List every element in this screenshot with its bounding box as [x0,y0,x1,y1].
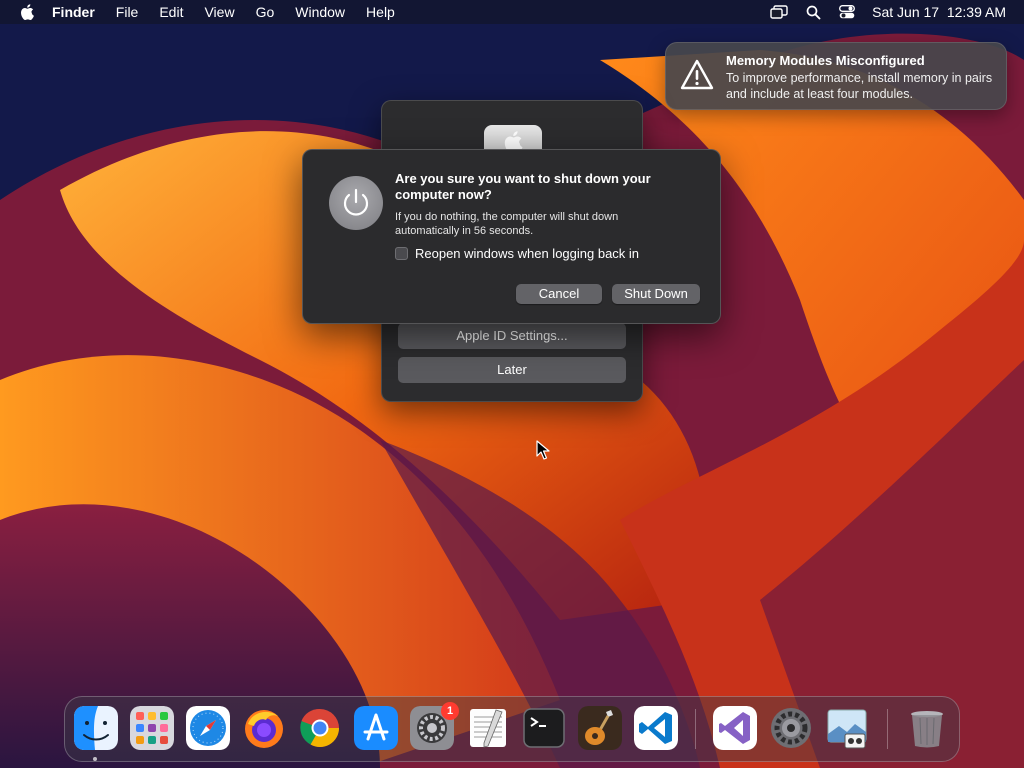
dock-separator [695,709,696,749]
garageband-icon[interactable] [578,706,622,750]
power-icon [329,176,383,230]
apple-menu-icon[interactable] [16,1,38,23]
menu-file[interactable]: File [116,4,139,20]
terminal-icon[interactable] [522,706,566,750]
mouse-pointer-icon [536,440,550,460]
notification-body: To improve performance, install memory i… [726,71,993,101]
reopen-windows-label[interactable]: Reopen windows when logging back in [415,246,639,261]
vscode-icon[interactable] [634,706,678,750]
firefox-icon[interactable] [242,706,286,750]
screen-mirroring-icon[interactable] [770,3,788,21]
apple-id-settings-button[interactable]: Apple ID Settings... [398,323,626,349]
spotlight-search-icon[interactable] [804,3,822,21]
chrome-icon[interactable] [298,706,342,750]
menu-app-name[interactable]: Finder [52,4,95,20]
finder-running-indicator [93,757,97,761]
menu-window[interactable]: Window [295,4,345,20]
system-preferences-badge: 1 [441,702,459,720]
safari-icon[interactable] [186,706,230,750]
control-center-icon[interactable] [838,3,856,21]
reopen-windows-checkbox[interactable] [395,247,408,260]
launchpad-icon[interactable] [130,706,174,750]
reopen-windows-option[interactable]: Reopen windows when logging back in [395,246,639,261]
later-button[interactable]: Later [398,357,626,383]
dock [64,696,960,762]
menu-bar: Finder File Edit View Go Window Help Sat… [0,0,1024,24]
shutdown-dialog: Are you sure you want to shut down your … [302,149,721,324]
menubar-clock[interactable]: Sat Jun 17 12:39 AM [872,4,1006,20]
memory-notification[interactable]: Memory Modules Misconfigured To improve … [665,42,1007,110]
cancel-button[interactable]: Cancel [516,284,602,304]
preview-icon[interactable] [825,706,869,750]
dock-separator [887,709,888,749]
settings-gear-icon[interactable] [769,706,813,750]
finder-icon[interactable] [74,706,118,750]
app-store-icon[interactable] [354,706,398,750]
visual-studio-icon[interactable] [713,706,757,750]
menu-edit[interactable]: Edit [159,4,183,20]
textedit-icon[interactable] [466,706,510,750]
warning-icon [680,59,714,91]
menu-view[interactable]: View [204,4,234,20]
notification-title: Memory Modules Misconfigured [726,53,925,68]
shutdown-info: If you do nothing, the computer will shu… [395,211,619,237]
trash-icon[interactable] [905,706,949,750]
shutdown-heading: Are you sure you want to shut down your … [395,171,651,202]
menu-go[interactable]: Go [256,4,275,20]
menu-help[interactable]: Help [366,4,395,20]
shut-down-button[interactable]: Shut Down [612,284,700,304]
